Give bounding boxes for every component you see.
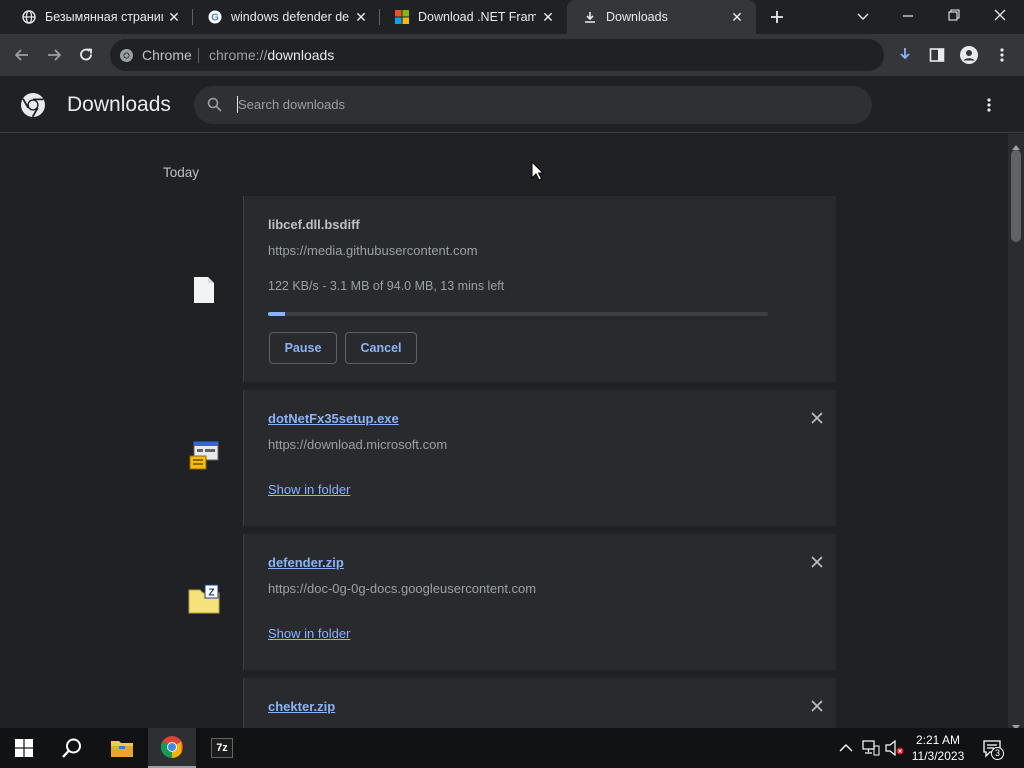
close-tab-icon[interactable]: ✕	[730, 10, 744, 24]
downloads-toolbar-icon[interactable]	[892, 42, 918, 68]
network-icon[interactable]	[862, 740, 880, 761]
download-item: dotNetFx35setup.exe https://download.mic…	[168, 390, 836, 526]
remove-close-icon[interactable]	[808, 697, 826, 715]
download-status-text: 122 KB/s - 3.1 MB of 94.0 MB, 13 mins le…	[268, 279, 505, 293]
downloads-list: Today libcef.dll.bsdiff https://media.gi…	[0, 134, 1008, 728]
back-arrow-icon[interactable]	[9, 42, 35, 68]
new-tab-button[interactable]	[767, 7, 787, 27]
close-tab-icon[interactable]: ✕	[167, 10, 181, 24]
tab-title: windows defender def	[231, 10, 349, 24]
search-icon[interactable]	[48, 728, 96, 768]
globe-icon	[22, 10, 36, 24]
chrome-logo-icon	[20, 92, 46, 123]
profile-avatar-icon[interactable]	[956, 42, 982, 68]
show-in-folder-link[interactable]: Show in folder	[268, 482, 350, 497]
tab-title: Downloads	[606, 10, 668, 24]
clock-time: 2:21 AM	[915, 733, 961, 747]
close-tab-icon[interactable]: ✕	[541, 10, 555, 24]
page-scrollbar[interactable]	[1008, 134, 1024, 730]
pause-button[interactable]: Pause	[269, 332, 337, 364]
show-hidden-icons-chevron-icon[interactable]	[839, 741, 853, 759]
side-panel-icon[interactable]	[924, 42, 950, 68]
tab-dotnet-download[interactable]: Download .NET Frame ✕	[373, 0, 567, 34]
notification-center-icon[interactable]: 3	[982, 739, 1004, 764]
windows-start-icon[interactable]	[0, 728, 48, 768]
tab-title: Download .NET Frame	[418, 10, 536, 24]
search-placeholder: Search downloads	[238, 97, 345, 112]
download-progress-fill	[268, 312, 285, 316]
date-section-label: Today	[163, 165, 200, 180]
minimize-window-button[interactable]	[898, 8, 918, 24]
volume-muted-icon[interactable]	[885, 739, 905, 761]
close-tab-icon[interactable]: ✕	[354, 10, 368, 24]
download-file-name[interactable]: defender.zip	[268, 555, 344, 570]
7zip-icon[interactable]: 7z	[198, 728, 246, 768]
search-downloads-input[interactable]: Search downloads	[194, 86, 872, 124]
restore-window-button[interactable]	[944, 6, 964, 24]
file-icon	[193, 276, 215, 309]
url-text: chrome://downloads	[209, 47, 334, 63]
windows-taskbar: 7z 2:21 AM 11/3/2023 3	[0, 728, 1024, 768]
show-in-folder-link[interactable]: Show in folder	[268, 626, 350, 641]
download-source-url[interactable]: https://download.microsoft.com	[268, 437, 447, 452]
tab-strip: Безымянная страница ✕ G windows defender…	[0, 0, 1024, 34]
tab-title: Безымянная страница	[45, 10, 163, 24]
search-icon	[207, 97, 222, 117]
browser-menu-icon[interactable]	[989, 42, 1015, 68]
download-icon	[583, 10, 597, 24]
url-scheme: chrome://	[209, 47, 268, 63]
microsoft-icon	[395, 10, 409, 24]
download-progress-bar	[268, 312, 768, 316]
remove-close-icon[interactable]	[808, 553, 826, 571]
tab-search-chevron-icon[interactable]	[855, 8, 871, 24]
more-actions-icon[interactable]	[986, 96, 992, 119]
download-file-name[interactable]: chekter.zip	[268, 699, 335, 714]
system-clock[interactable]: 2:21 AM 11/3/2023	[905, 732, 971, 764]
chrome-icon[interactable]	[148, 728, 196, 768]
download-item: libcef.dll.bsdiff https://media.githubus…	[168, 196, 836, 382]
reload-icon[interactable]	[73, 42, 99, 68]
svg-text:Z: Z	[208, 588, 214, 599]
zip-archive-icon: Z	[188, 584, 220, 619]
cancel-button[interactable]: Cancel	[345, 332, 417, 364]
tab-google-search[interactable]: G windows defender def ✕	[186, 0, 380, 34]
download-source-url[interactable]: https://doc-0g-0g-docs.googleusercontent…	[268, 581, 536, 596]
chrome-page-icon	[119, 48, 134, 68]
svg-text:G: G	[211, 13, 219, 24]
url-path: downloads	[267, 47, 335, 63]
tab-blank-page[interactable]: Безымянная страница ✕	[0, 0, 193, 34]
download-source-url[interactable]: https://media.githubusercontent.com	[268, 243, 478, 258]
clock-date: 11/3/2023	[911, 749, 965, 763]
setup-exe-icon	[188, 440, 220, 477]
close-window-button[interactable]	[990, 6, 1010, 26]
remove-close-icon[interactable]	[808, 409, 826, 427]
download-file-name[interactable]: dotNetFx35setup.exe	[268, 411, 399, 426]
download-item: chekter.zip	[168, 678, 836, 728]
forward-arrow-icon[interactable]	[41, 42, 67, 68]
7zip-label: 7z	[211, 738, 233, 758]
google-icon: G	[208, 10, 222, 24]
notification-count-badge: 3	[991, 747, 1004, 760]
site-label: Chrome	[142, 47, 192, 63]
download-item: Z defender.zip https://doc-0g-0g-docs.go…	[168, 534, 836, 670]
file-explorer-icon[interactable]	[98, 728, 146, 768]
download-file-name: libcef.dll.bsdiff	[268, 217, 360, 232]
mouse-cursor-icon	[531, 160, 545, 186]
address-bar[interactable]: Chrome chrome://downloads	[110, 39, 884, 71]
scrollbar-thumb[interactable]	[1011, 150, 1021, 242]
downloads-header: Downloads Search downloads	[0, 76, 1024, 133]
tab-downloads[interactable]: Downloads ✕	[567, 0, 756, 34]
page-title: Downloads	[67, 93, 171, 116]
